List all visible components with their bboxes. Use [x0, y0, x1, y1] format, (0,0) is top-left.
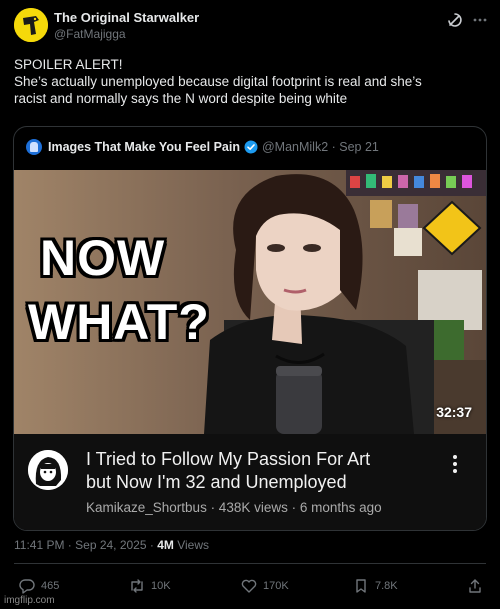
share-button[interactable]	[466, 575, 489, 597]
quoted-author-handle-date: @ManMilk2 · Sep 21	[261, 140, 379, 154]
views-count: 4M	[157, 538, 174, 552]
like-button[interactable]: 170K	[240, 575, 289, 597]
grok-icon[interactable]	[447, 12, 463, 28]
video-info-bar: I Tried to Follow My Passion For Art but…	[14, 434, 486, 530]
tweet-actions-bar: 465 10K 170K 7.8K	[14, 575, 486, 599]
author-avatar[interactable]	[14, 8, 48, 42]
heart-icon	[241, 579, 257, 593]
repost-count: 10K	[151, 580, 171, 592]
verified-badge-icon	[244, 140, 258, 154]
video-title-line: I Tried to Follow My Passion For Art	[86, 449, 371, 469]
bookmark-icon	[356, 579, 366, 593]
tweet-timestamp: 11:41 PM · Sep 24, 2025 · 4M Views	[14, 538, 209, 552]
repost-button[interactable]: 10K	[128, 575, 171, 597]
video-title[interactable]: I Tried to Follow My Passion For Art but…	[86, 448, 446, 494]
timestamp-time-date[interactable]: 11:41 PM · Sep 24, 2025 ·	[14, 538, 157, 552]
channel-avatar[interactable]	[28, 450, 68, 490]
repost-icon	[131, 579, 143, 593]
share-icon	[469, 579, 481, 593]
tweet-header: The Original Starwalker @FatMajigga	[14, 8, 488, 48]
thumbnail-caption-what: WHAT?	[28, 294, 210, 350]
more-options-icon[interactable]	[472, 12, 488, 28]
like-count: 170K	[263, 580, 289, 592]
video-meta: Kamikaze_Shortbus · 438K views · 6 month…	[86, 500, 382, 515]
imgflip-watermark: imgflip.com	[4, 595, 55, 606]
video-more-icon[interactable]	[450, 454, 460, 474]
tweet-text: SPOILER ALERT! She’s actually unemployed…	[14, 56, 486, 107]
video-title-line: but Now I'm 32 and Unemployed	[86, 472, 347, 492]
divider	[14, 563, 486, 564]
tweet-line: She’s actually unemployed because digita…	[14, 74, 422, 89]
quoted-author-name[interactable]: Images That Make You Feel Pain	[48, 140, 240, 154]
reply-count: 465	[41, 580, 60, 592]
video-duration: 32:37	[436, 404, 472, 420]
starwalker-avatar-icon	[14, 8, 48, 42]
quoted-tweet-header: Images That Make You Feel Pain @ManMilk2…	[26, 138, 379, 156]
thumbnail-caption-now: NOW	[40, 230, 166, 286]
bookmark-button[interactable]: 7.8K	[352, 575, 398, 597]
reply-button[interactable]: 465	[18, 575, 59, 597]
views-label: Views	[173, 538, 210, 552]
quoted-author-avatar[interactable]	[26, 139, 42, 155]
reply-icon	[19, 579, 35, 594]
channel-avatar-icon	[28, 450, 68, 490]
quoted-tweet-card[interactable]: Images That Make You Feel Pain @ManMilk2…	[13, 126, 487, 531]
author-handle[interactable]: @FatMajigga	[54, 27, 126, 41]
tweet-line: SPOILER ALERT!	[14, 57, 123, 72]
author-display-name[interactable]: The Original Starwalker	[54, 10, 199, 25]
video-thumbnail[interactable]: NOW WHAT? 32:37	[14, 170, 486, 434]
bookmark-count: 7.8K	[375, 580, 398, 592]
tweet-line: racist and normally says the N word desp…	[14, 91, 348, 106]
